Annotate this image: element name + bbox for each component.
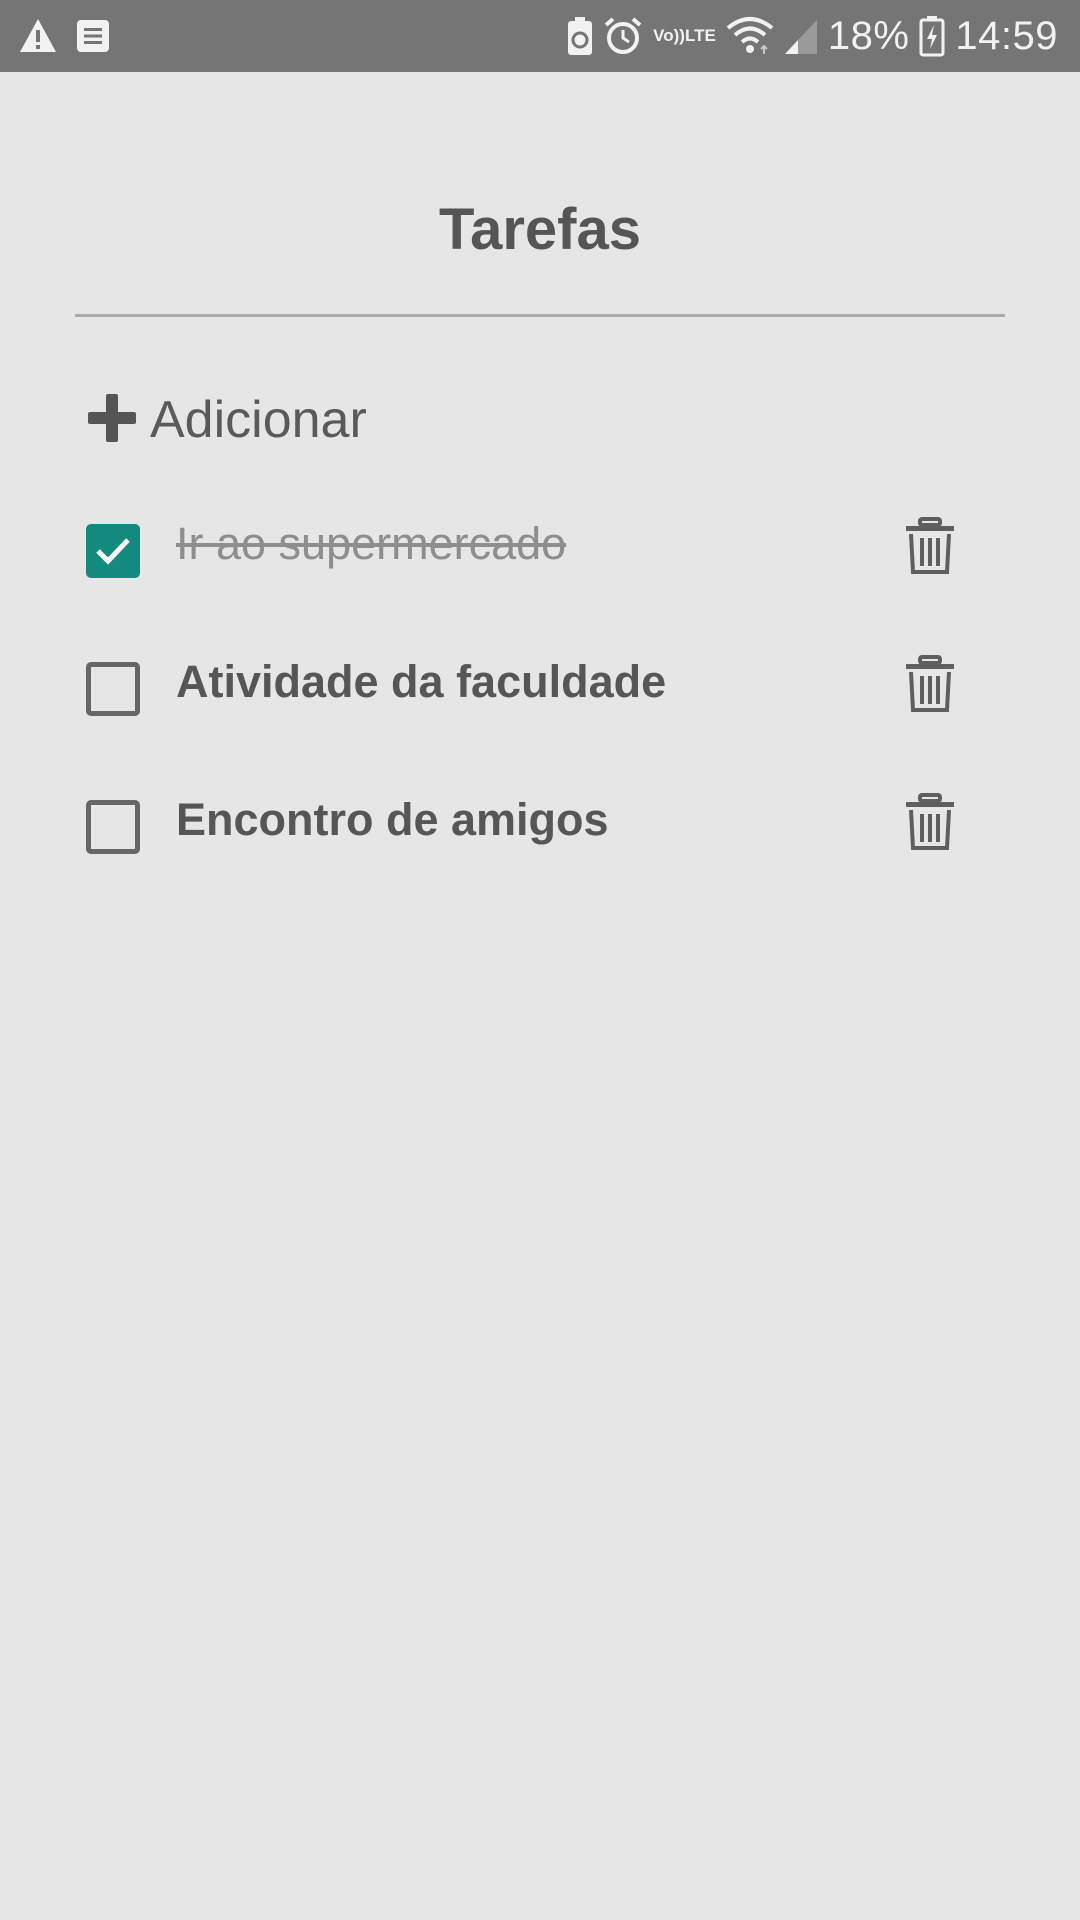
notes-icon <box>76 19 110 53</box>
add-task-button[interactable]: Adicionar <box>86 382 367 458</box>
task-label[interactable]: Ir ao supermercado <box>176 518 566 570</box>
plus-icon <box>86 392 138 449</box>
volte-bottom-text: LTE <box>684 26 716 45</box>
task-checkbox[interactable] <box>86 662 140 716</box>
status-bar: Vo)) LTE 18% 14:59 <box>0 0 1080 72</box>
list-item: Atividade da faculdade <box>86 652 966 732</box>
task-label[interactable]: Encontro de amigos <box>176 794 609 846</box>
task-checkbox[interactable] <box>86 524 140 578</box>
battery-percent: 18% <box>827 13 910 58</box>
list-item: Encontro de amigos <box>86 790 966 870</box>
trash-icon[interactable] <box>904 654 956 714</box>
checkmark-icon <box>96 538 130 565</box>
task-checkbox[interactable] <box>86 800 140 854</box>
signal-icon <box>784 16 818 56</box>
title-divider <box>75 314 1005 317</box>
battery-icon <box>919 15 945 57</box>
warning-icon <box>18 17 58 55</box>
volte-top-text: Vo)) <box>653 26 685 45</box>
add-task-label: Adicionar <box>150 391 367 449</box>
trash-icon[interactable] <box>904 516 956 576</box>
battery-saver-icon <box>567 16 593 56</box>
task-label[interactable]: Atividade da faculdade <box>176 656 666 708</box>
clock: 14:59 <box>955 13 1058 58</box>
wifi-icon <box>726 16 774 56</box>
list-item: Ir ao supermercado <box>86 514 966 594</box>
volte-icon: Vo)) LTE <box>653 26 716 45</box>
page-title: Tarefas <box>438 197 642 262</box>
trash-icon[interactable] <box>904 792 956 852</box>
alarm-icon <box>603 16 643 56</box>
